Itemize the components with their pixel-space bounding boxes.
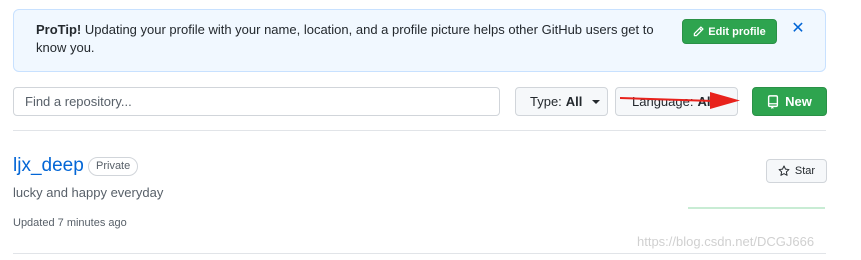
protip-label: ProTip!	[36, 22, 82, 37]
divider	[13, 253, 826, 254]
search-input[interactable]	[13, 87, 500, 116]
protip-text: ProTip! Updating your profile with your …	[36, 21, 666, 57]
star-label: Star	[794, 165, 816, 177]
edit-profile-label: Edit profile	[708, 25, 766, 38]
red-arrow-annotation	[620, 92, 740, 109]
repo-icon	[768, 94, 779, 109]
star-icon	[778, 165, 790, 176]
protip-banner: ProTip! Updating your profile with your …	[13, 9, 826, 72]
type-filter-label: Type:	[530, 94, 562, 109]
close-icon[interactable]: ✕	[790, 20, 806, 38]
new-repository-button[interactable]: New	[752, 87, 827, 116]
watermark-text: https://blog.csdn.net/DCGJ666	[637, 234, 815, 249]
repo-description: lucky and happy everyday	[13, 185, 164, 200]
activity-graph	[688, 207, 825, 209]
divider	[13, 130, 826, 131]
visibility-badge: Private	[88, 157, 139, 176]
pencil-icon	[694, 26, 704, 37]
repo-name-link[interactable]: ljx_deep	[13, 155, 84, 177]
protip-message: Updating your profile with your name, lo…	[36, 22, 654, 55]
chevron-down-icon	[592, 99, 601, 104]
type-filter-dropdown[interactable]: Type: All	[515, 87, 608, 116]
new-button-label: New	[785, 94, 812, 109]
repo-updated-time: Updated 7 minutes ago	[13, 217, 127, 229]
star-button[interactable]: Star	[766, 159, 827, 183]
type-filter-value: All	[565, 94, 583, 109]
edit-profile-button[interactable]: Edit profile	[682, 19, 777, 44]
